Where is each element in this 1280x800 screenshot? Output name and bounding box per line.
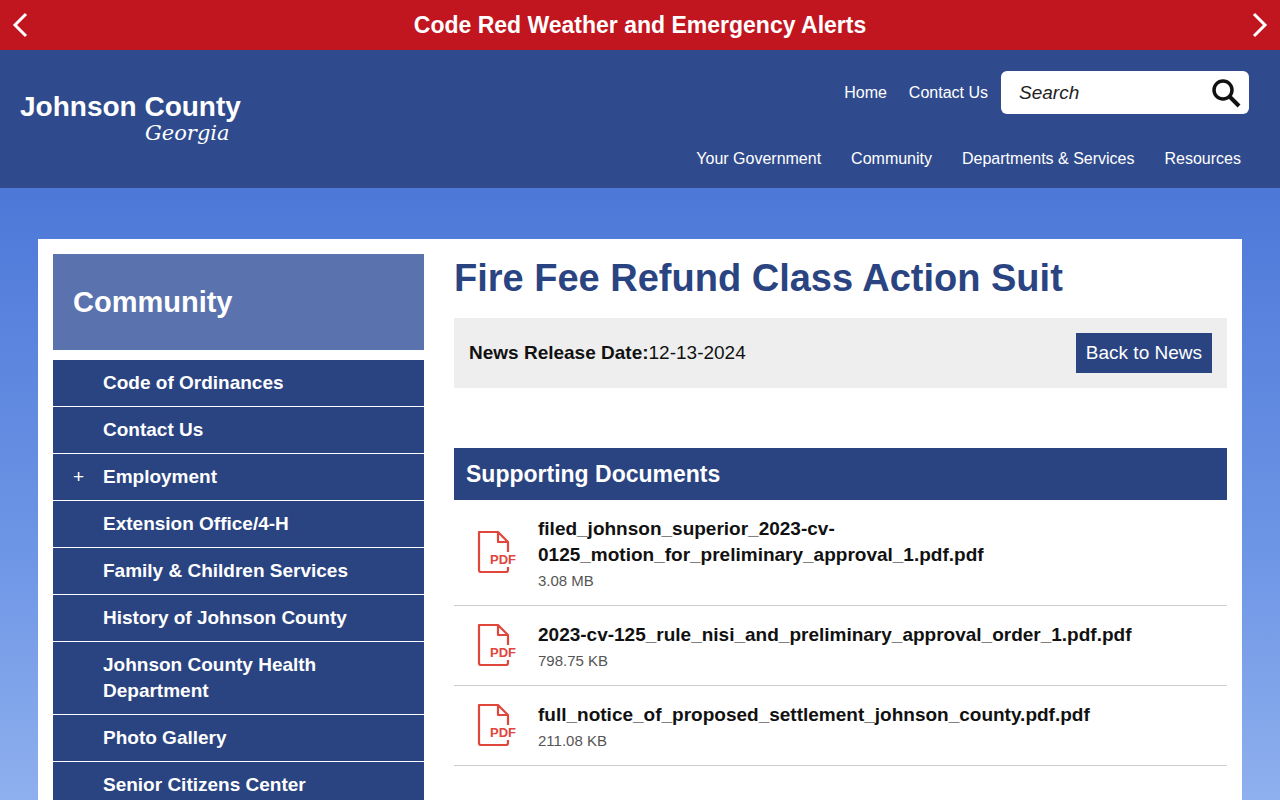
document-row[interactable]: PDF 2023-cv-125_rule_nisi_and_preliminary… xyxy=(454,606,1227,686)
content-panel: Community Code of OrdinancesContact Us+Em… xyxy=(38,239,1242,800)
chevron-right-icon[interactable] xyxy=(1250,11,1270,39)
article: Fire Fee Refund Class Action Suit News Re… xyxy=(454,254,1227,800)
sidebar-item[interactable]: Code of Ordinances xyxy=(53,360,424,407)
search-input[interactable] xyxy=(1017,81,1211,105)
nav-item[interactable]: Resources xyxy=(1165,150,1241,168)
sidebar: Community Code of OrdinancesContact Us+Em… xyxy=(53,254,424,800)
expand-icon[interactable] xyxy=(73,511,103,537)
document-size: 798.75 KB xyxy=(538,652,1131,669)
expand-icon[interactable]: + xyxy=(73,464,103,490)
nav-item[interactable]: Departments & Services xyxy=(962,150,1135,168)
nav-item[interactable]: Community xyxy=(851,150,932,168)
logo[interactable]: Johnson CountyGeorgia xyxy=(20,50,241,188)
sidebar-item[interactable]: Family & Children Services xyxy=(53,548,424,595)
page: Code Red Weather and Emergency Alerts Joh… xyxy=(0,0,1280,800)
sidebar-title: Community xyxy=(53,254,424,350)
documents-header: Supporting Documents xyxy=(454,448,1227,500)
document-size: 3.08 MB xyxy=(538,572,1138,589)
article-title: Fire Fee Refund Class Action Suit xyxy=(454,254,1227,300)
main-nav: Your Government Community Departments & Se… xyxy=(696,150,1241,168)
pdf-icon: PDF xyxy=(476,703,520,749)
search-icon[interactable] xyxy=(1211,78,1241,108)
expand-icon[interactable] xyxy=(73,772,103,798)
document-name[interactable]: filed_johnson_superior_2023-cv-0125_moti… xyxy=(538,516,1138,568)
date-box: News Release Date:12-13-2024 Back to News xyxy=(454,318,1227,388)
logo-name: Johnson County xyxy=(20,91,241,123)
sidebar-item[interactable]: History of Johnson County xyxy=(53,595,424,642)
expand-icon[interactable] xyxy=(73,558,103,584)
nav-item[interactable]: Your Government xyxy=(696,150,821,168)
search-field[interactable] xyxy=(1001,71,1249,114)
release-date: News Release Date:12-13-2024 xyxy=(469,342,746,364)
document-row[interactable]: PDF filed_johnson_superior_2023-cv-0125_m… xyxy=(454,500,1227,606)
logo-state: Georgia xyxy=(145,121,241,145)
sidebar-item[interactable]: Johnson County Health Department xyxy=(53,642,424,715)
back-button[interactable]: Back to News xyxy=(1076,333,1212,373)
site-header: Johnson CountyGeorgia Home Contact Us Your … xyxy=(0,50,1280,188)
sidebar-item[interactable]: Extension Office/4-H xyxy=(53,501,424,548)
expand-icon[interactable] xyxy=(73,652,103,704)
document-name[interactable]: 2023-cv-125_rule_nisi_and_preliminary_ap… xyxy=(538,622,1131,648)
top-link[interactable]: Contact Us xyxy=(909,84,988,102)
sidebar-item[interactable]: Photo Gallery xyxy=(53,715,424,762)
expand-icon[interactable] xyxy=(73,417,103,443)
top-link[interactable]: Home xyxy=(844,84,887,102)
document-row[interactable]: PDF full_notice_of_proposed_settlement_jo… xyxy=(454,686,1227,766)
expand-icon[interactable] xyxy=(73,370,103,396)
expand-icon[interactable] xyxy=(73,725,103,751)
background-photo: Community Code of OrdinancesContact Us+Em… xyxy=(0,188,1280,800)
expand-icon[interactable] xyxy=(73,605,103,631)
pdf-icon: PDF xyxy=(476,530,520,576)
sidebar-item[interactable]: Contact Us xyxy=(53,407,424,454)
chevron-left-icon[interactable] xyxy=(10,11,30,39)
document-name[interactable]: full_notice_of_proposed_settlement_johns… xyxy=(538,702,1090,728)
alert-text[interactable]: Code Red Weather and Emergency Alerts xyxy=(414,12,866,39)
pdf-icon: PDF xyxy=(476,623,520,669)
sidebar-item[interactable]: +Employment xyxy=(53,454,424,501)
sidebar-item[interactable]: Senior Citizens Center xyxy=(53,762,424,800)
alert-bar: Code Red Weather and Emergency Alerts xyxy=(0,0,1280,50)
document-size: 211.08 KB xyxy=(538,732,1090,749)
